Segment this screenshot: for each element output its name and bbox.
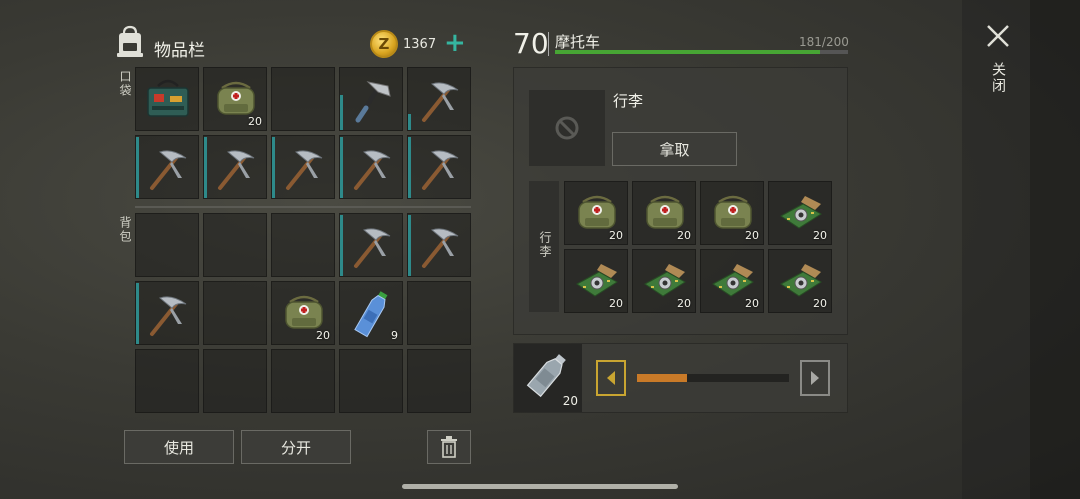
cargo-slot[interactable]: 20 [768, 181, 832, 245]
cargo-slot[interactable]: 20 [768, 249, 832, 313]
trash-button[interactable] [427, 430, 471, 464]
backpack-slot[interactable]: 9 [339, 281, 403, 345]
backpack-label: 背包 [118, 216, 132, 244]
cargo-slot[interactable]: 20 [564, 249, 628, 313]
coin-amount: 1367 [403, 37, 437, 52]
cargo-slot[interactable]: 20 [632, 249, 696, 313]
close-icon[interactable] [984, 22, 1012, 50]
cargo-label: 行李 [538, 231, 552, 259]
cargo-slot[interactable]: 20 [700, 249, 764, 313]
trash-icon [441, 436, 457, 458]
cargo-slot[interactable]: 20 [564, 181, 628, 245]
add-coins-button[interactable]: + [444, 29, 466, 57]
item-quantity: 20 [677, 229, 691, 242]
pocket-slot[interactable]: 20 [203, 67, 267, 131]
pockets-label: 口袋 [118, 70, 132, 98]
item-quantity: 9 [391, 329, 398, 342]
backpack-slot[interactable] [203, 349, 267, 413]
backpack-slot[interactable] [203, 281, 267, 345]
vehicle-hp-fill [555, 50, 821, 54]
backpack-slot[interactable] [135, 349, 199, 413]
backpack-slot[interactable] [407, 349, 471, 413]
backpack-slot[interactable] [135, 213, 199, 277]
close-label[interactable]: 关闭 [988, 62, 1008, 94]
use-button[interactable]: 使用 [124, 430, 234, 464]
cargo-slot[interactable]: 20 [700, 181, 764, 245]
backpack-slot[interactable] [339, 213, 403, 277]
backpack-slot[interactable] [271, 213, 335, 277]
backpack-slot[interactable] [407, 213, 471, 277]
backpack-slot[interactable]: 20 [271, 281, 335, 345]
coin-icon: Z [370, 30, 398, 58]
vehicle-name: 摩托车 [555, 33, 601, 51]
backpack-slot[interactable] [203, 213, 267, 277]
take-button[interactable]: 拿取 [612, 132, 737, 166]
home-indicator[interactable] [402, 484, 678, 489]
pocket-slot[interactable] [271, 67, 335, 131]
durability-bar [136, 283, 139, 344]
pocket-slot[interactable] [135, 67, 199, 131]
decrease-button[interactable] [596, 360, 626, 396]
backpack-icon [117, 25, 143, 57]
item-quantity: 20 [609, 229, 623, 242]
pocket-slot[interactable] [135, 135, 199, 199]
cargo-slot[interactable]: 20 [632, 181, 696, 245]
equip-slot [529, 90, 605, 166]
section-divider [135, 206, 471, 208]
arrow-right-icon [811, 371, 819, 385]
item-quantity: 20 [677, 297, 691, 310]
increase-button[interactable] [800, 360, 830, 396]
vehicle-level: 70 [513, 27, 549, 60]
amount-slider-fill[interactable] [637, 374, 688, 382]
pocket-slot[interactable] [203, 135, 267, 199]
arrow-left-icon [607, 371, 615, 385]
backpack-slot[interactable] [339, 349, 403, 413]
durability-bar [204, 137, 207, 198]
split-button[interactable]: 分开 [241, 430, 351, 464]
pocket-slot[interactable] [407, 67, 471, 131]
vehicle-hp-text: 181/200 [799, 35, 849, 49]
durability-bar [408, 114, 411, 130]
blocked-icon [555, 116, 579, 140]
durability-bar [408, 137, 411, 198]
item-quantity: 20 [248, 115, 262, 128]
pocket-slot[interactable] [339, 135, 403, 199]
durability-bar [136, 137, 139, 198]
item-quantity: 20 [609, 297, 623, 310]
item-quantity: 20 [316, 329, 330, 342]
pocket-slot[interactable] [407, 135, 471, 199]
item-quantity: 20 [745, 297, 759, 310]
transfer-item-slot[interactable]: 20 [514, 344, 582, 412]
backpack-slot[interactable] [407, 281, 471, 345]
item-quantity: 20 [745, 229, 759, 242]
backpack-slot[interactable] [271, 349, 335, 413]
backpack-slot[interactable] [135, 281, 199, 345]
durability-bar [340, 137, 343, 198]
inventory-title: 物品栏 [154, 41, 205, 61]
item-quantity: 20 [813, 229, 827, 242]
item-quantity: 20 [813, 297, 827, 310]
durability-bar [272, 137, 275, 198]
pocket-slot[interactable] [339, 67, 403, 131]
trunk-label: 行李 [613, 92, 644, 110]
cargo-side-bar: 行李 [529, 181, 559, 312]
empty-bottle-icon [526, 354, 566, 398]
transfer-item-qty: 20 [562, 394, 578, 408]
durability-bar [408, 215, 411, 276]
durability-bar [340, 94, 343, 130]
side-panel-edge [1030, 0, 1080, 499]
durability-bar [340, 215, 343, 276]
header-separator [548, 32, 549, 56]
pocket-slot[interactable] [271, 135, 335, 199]
